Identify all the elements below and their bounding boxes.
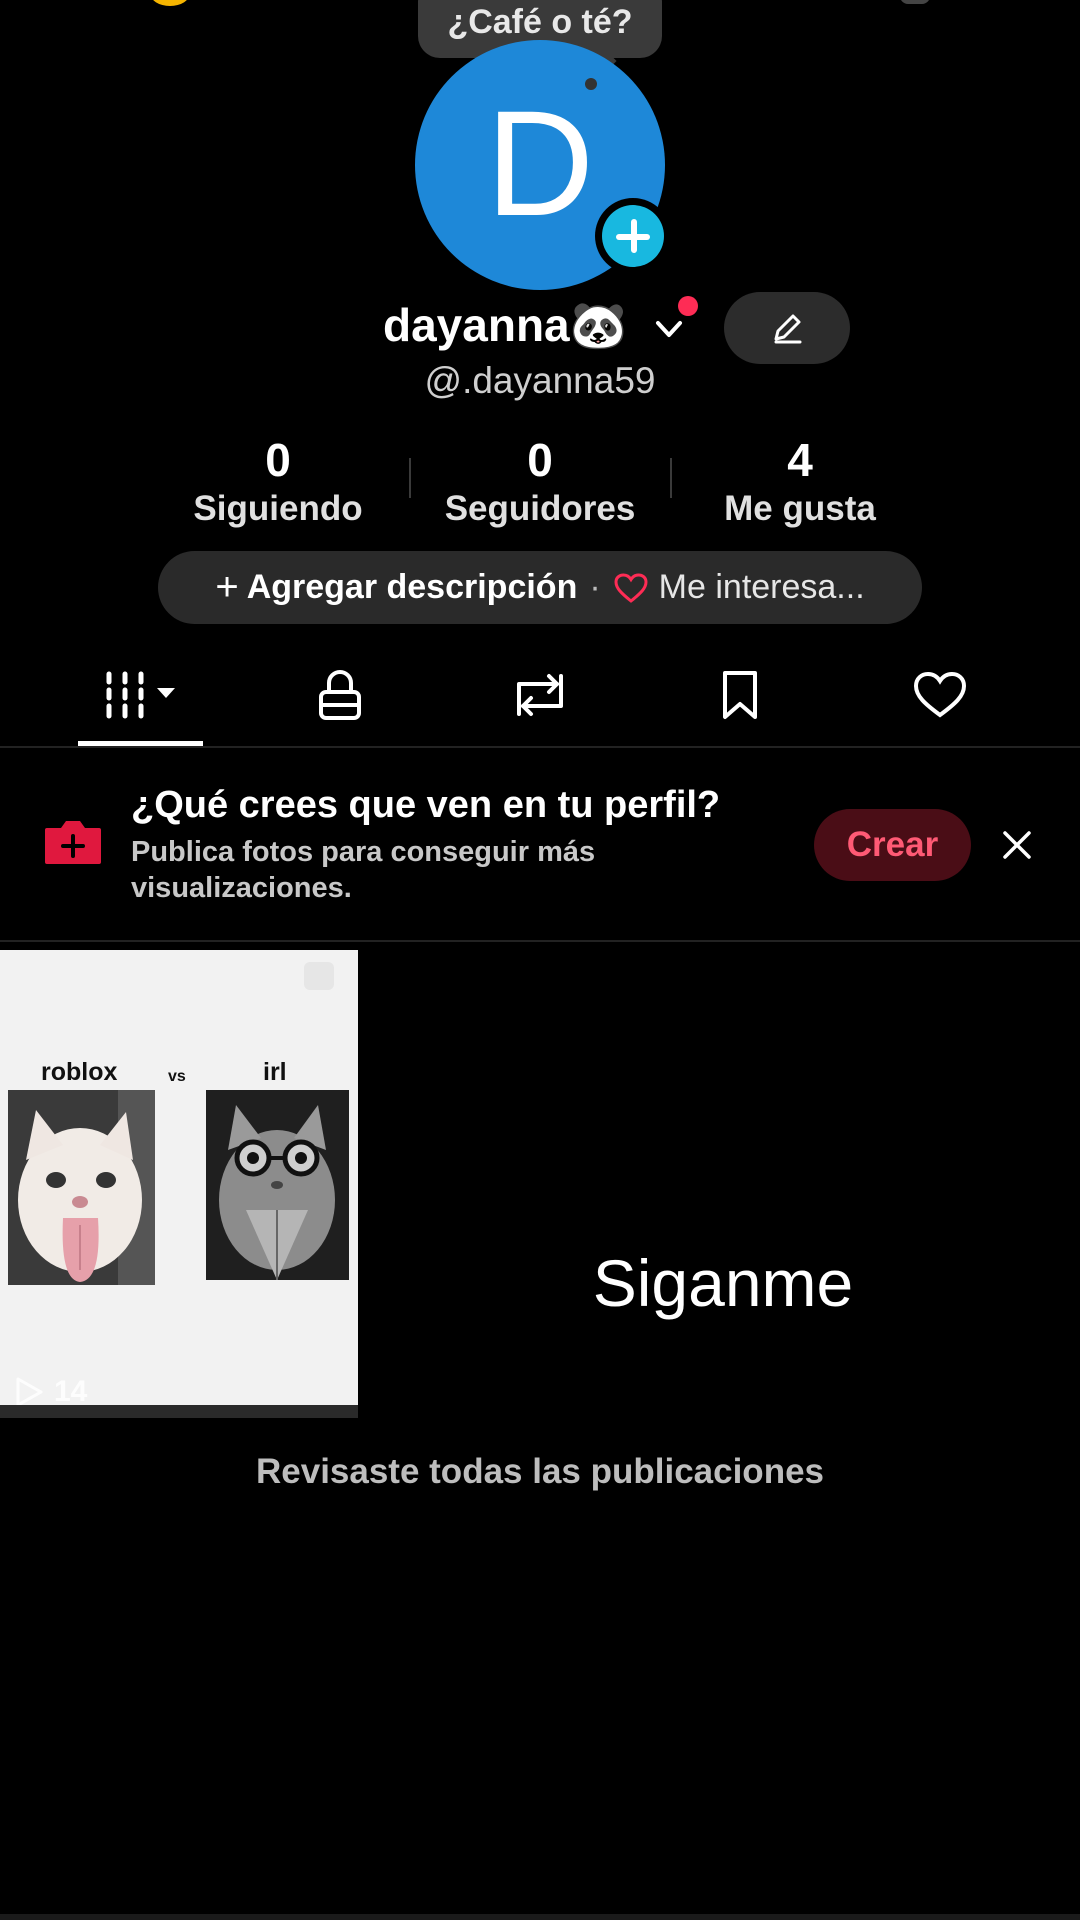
pencil-icon <box>774 314 802 344</box>
banner-subtitle: Publica fotos para conseguir más visuali… <box>131 836 596 904</box>
view-count-value: 14 <box>54 1375 88 1408</box>
tooltip-pointer-dot <box>585 78 597 90</box>
avatar-letter: D <box>485 78 595 247</box>
stat-divider <box>670 458 672 498</box>
banner-divider <box>0 940 1080 942</box>
thumbnail-bottom-bar <box>0 1405 358 1418</box>
repost-icon <box>517 674 563 716</box>
cat-image-left <box>8 1090 155 1285</box>
stat-following[interactable]: 0 Siguiendo <box>168 436 388 534</box>
grid-icon <box>106 671 175 719</box>
multi-photo-icon <box>304 962 334 990</box>
heart-outline-icon <box>613 572 649 604</box>
chevron-down-icon[interactable] <box>654 314 684 344</box>
tab-videos[interactable] <box>78 665 203 725</box>
lock-icon <box>319 670 361 720</box>
edit-profile-button[interactable] <box>724 292 850 364</box>
status-indicator <box>900 0 930 4</box>
video-thumbnail[interactable]: roblox vs irl 14 <box>0 950 358 1418</box>
heart-icon <box>913 671 967 718</box>
thumb-left-label: roblox <box>41 1058 118 1086</box>
notification-dot <box>678 296 698 316</box>
view-count: 14 <box>14 1375 87 1409</box>
thumb-right-label: irl <box>263 1058 287 1086</box>
camera-plus-icon <box>45 821 101 864</box>
plus-icon: + <box>215 565 239 609</box>
bookmark-icon <box>723 671 757 719</box>
post-caption[interactable]: Siganme <box>540 1245 906 1321</box>
separator: · <box>589 568 601 606</box>
add-description-label: Agregar descripción <box>246 568 578 606</box>
username-handle: @.dayanna59 <box>424 360 656 401</box>
stat-value: 0 <box>527 434 553 486</box>
status-emoji <box>150 0 190 6</box>
add-description-pill[interactable]: + Agregar descripción · Me interesa... <box>158 551 922 624</box>
tab-private[interactable] <box>300 665 380 725</box>
stat-likes[interactable]: 4 Me gusta <box>690 436 910 534</box>
tab-liked[interactable] <box>900 665 980 725</box>
stat-followers[interactable]: 0 Seguidores <box>430 436 650 534</box>
close-icon[interactable] <box>998 826 1036 864</box>
bottom-nav-edge <box>0 1914 1080 1920</box>
tab-saved[interactable] <box>700 665 780 725</box>
stat-label: Me gusta <box>724 489 876 528</box>
tooltip-text: ¿Café o té? <box>447 3 633 41</box>
add-photo-button[interactable] <box>595 198 671 274</box>
thumb-vs-label: vs <box>168 1068 186 1085</box>
cat-image-right <box>206 1090 349 1280</box>
tab-reposts[interactable] <box>500 665 580 725</box>
create-button[interactable]: Crear <box>814 809 971 881</box>
tabs-divider <box>0 746 1080 748</box>
stat-value: 0 <box>265 434 291 486</box>
plus-icon <box>602 205 664 267</box>
stat-label: Seguidores <box>444 489 636 528</box>
end-of-posts-message: Revisaste todas las publicaciones <box>255 1452 824 1491</box>
banner-title: ¿Qué crees que ven en tu perfil? <box>131 784 721 826</box>
play-icon <box>16 1377 43 1407</box>
stat-label: Siguiendo <box>193 489 363 528</box>
stat-value: 4 <box>787 434 813 486</box>
interests-label: Me interesa... <box>658 568 865 606</box>
stat-divider <box>409 458 411 498</box>
display-name[interactable]: dayanna🐼 <box>383 298 627 353</box>
